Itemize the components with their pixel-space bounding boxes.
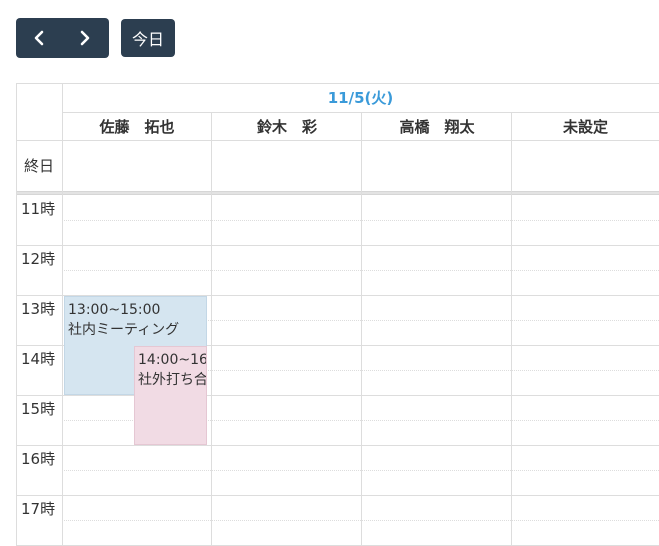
hour-label: 11時 <box>21 200 56 218</box>
event-time: 13:00~15:00 <box>68 302 161 318</box>
today-button[interactable]: 今日 <box>121 19 175 57</box>
grid-line <box>16 395 659 396</box>
allday-separator <box>16 191 659 195</box>
column-header-suzuki: 鈴木 彩 <box>256 117 317 136</box>
chevron-right-icon <box>80 30 90 46</box>
date-header: 11/5(火) <box>327 89 394 107</box>
event-title: 社外打ち合 <box>138 372 207 388</box>
allday-cell[interactable] <box>512 141 659 191</box>
event-external-meeting[interactable]: 14:00~16 社外打ち合 <box>134 346 207 445</box>
column-header-sato: 佐藤 拓也 <box>99 117 175 136</box>
nav-button-group <box>16 18 109 58</box>
hour-label: 12時 <box>21 250 56 268</box>
prev-button[interactable] <box>16 18 62 58</box>
allday-cell[interactable] <box>362 141 511 191</box>
event-time: 14:00~16 <box>138 352 207 368</box>
column-header-takahashi: 高橋 翔太 <box>399 117 475 136</box>
hour-label: 15時 <box>21 400 56 418</box>
hour-label: 16時 <box>21 450 56 468</box>
hour-label: 14時 <box>21 350 56 368</box>
next-button[interactable] <box>62 18 108 58</box>
chevron-left-icon <box>34 30 44 46</box>
allday-cell[interactable] <box>212 141 361 191</box>
column-header-unassigned: 未設定 <box>562 117 608 136</box>
grid-line <box>16 245 659 246</box>
allday-cell[interactable] <box>63 141 211 191</box>
grid-line <box>16 445 659 446</box>
allday-label: 終日 <box>23 157 54 175</box>
day-calendar: 11/5(火) 佐藤 拓也 鈴木 彩 高橋 翔太 未設定 終日 11時 12時 … <box>16 83 659 546</box>
hour-label: 13時 <box>21 300 56 318</box>
grid-line <box>16 495 659 496</box>
hour-label: 17時 <box>21 500 56 518</box>
event-title: 社内ミーティング <box>68 322 180 338</box>
